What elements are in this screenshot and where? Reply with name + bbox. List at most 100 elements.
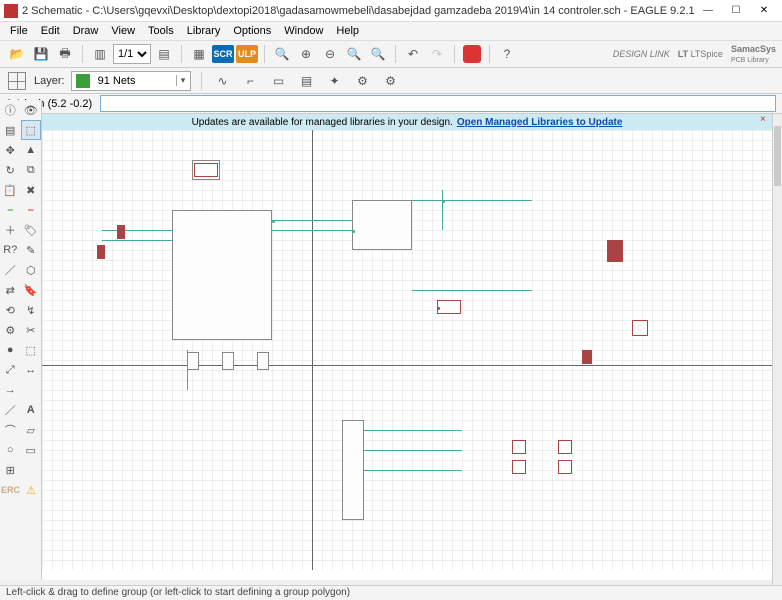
minimize-button[interactable]: — <box>694 1 722 21</box>
maximize-button[interactable]: ☐ <box>722 1 750 21</box>
wire-tool-icon[interactable]: ／ <box>0 400 21 420</box>
menu-tools[interactable]: Tools <box>142 24 180 38</box>
miter-icon[interactable]: ⌐ <box>240 70 262 92</box>
schematic-wire <box>102 240 172 241</box>
vertical-scrollbar[interactable] <box>772 114 782 590</box>
bus-tool-icon[interactable]: ⬚ <box>21 340 42 360</box>
grid-button[interactable] <box>6 70 28 92</box>
gear-tool-icon[interactable]: ⚙ <box>0 320 21 340</box>
schematic-wire <box>272 230 352 231</box>
menu-bar: File Edit Draw View Tools Library Option… <box>0 22 782 40</box>
zoom-out-icon[interactable]: ⊖ <box>319 43 341 65</box>
label-tool-icon[interactable]: 🏷 <box>21 220 42 240</box>
menu-help[interactable]: Help <box>330 24 365 38</box>
ltspice-logo[interactable]: LT LTSpice <box>678 49 723 59</box>
copy-tool-icon[interactable]: ⧉ <box>21 160 42 180</box>
menu-file[interactable]: File <box>4 24 34 38</box>
gear-icon[interactable]: ⚙ <box>352 70 374 92</box>
close-button[interactable]: ✕ <box>750 1 778 21</box>
sheet-select[interactable]: 1/1 <box>113 44 151 64</box>
menu-edit[interactable]: Edit <box>35 24 66 38</box>
help-icon[interactable]: ? <box>496 43 518 65</box>
left-toolbar: ⓘ👁 ▤⬚ ✥▲ ↻⧉ 📋✖ ⎯⎯ ＋🏷 R?✎ ／⬡ ⇄🔖 ⟲↯ ⚙✂ ●⬚ … <box>0 100 42 580</box>
menu-library[interactable]: Library <box>181 24 227 38</box>
separator <box>201 72 202 90</box>
save-icon[interactable]: 💾 <box>30 43 52 65</box>
smash-tool-icon[interactable]: ⬡ <box>21 260 42 280</box>
gateswap-tool-icon[interactable]: 🔖 <box>21 280 42 300</box>
menu-options[interactable]: Options <box>227 24 277 38</box>
line-tool-icon[interactable]: ⎯ <box>0 200 21 220</box>
show-tool-icon[interactable]: 👁 <box>21 100 42 120</box>
script-icon[interactable]: ▦ <box>188 43 210 65</box>
schematic-ic <box>352 200 412 250</box>
info-tool-icon[interactable]: ⓘ <box>0 100 21 120</box>
layers-tool-icon[interactable]: ▤ <box>0 120 21 140</box>
undo-icon[interactable]: ↶ <box>402 43 424 65</box>
update-text: Updates are available for managed librar… <box>192 117 453 128</box>
add-tool-icon[interactable]: ＋ <box>0 220 21 240</box>
errors-tool-icon[interactable]: ⚠ <box>21 480 41 500</box>
slice-tool-icon[interactable]: ⤢ <box>0 360 21 380</box>
poly-tool-icon[interactable]: ▱ <box>21 420 42 440</box>
samacsys-logo[interactable]: SamacSysPCB Library <box>731 44 776 64</box>
redo-icon[interactable]: ↷ <box>426 43 448 65</box>
blank-tool <box>21 380 42 400</box>
erc-tool[interactable]: ERC <box>0 480 21 500</box>
board-icon[interactable]: ▥ <box>89 43 111 65</box>
rotate-tool-icon[interactable]: ↻ <box>0 160 21 180</box>
dim-tool-icon[interactable]: ↔ <box>21 360 42 380</box>
attr-tool-icon[interactable]: → <box>0 380 21 400</box>
crosshair-h <box>42 365 772 366</box>
zoom-redraw-icon[interactable]: 🔍 <box>343 43 365 65</box>
layer-select[interactable]: 91 Nets ▾ <box>71 71 191 91</box>
module-icon[interactable]: ▭ <box>268 70 290 92</box>
name-tool-icon[interactable]: ✎ <box>21 240 42 260</box>
zoom-in-icon[interactable]: ⊕ <box>295 43 317 65</box>
junction-tool-icon[interactable]: ● <box>0 340 21 360</box>
delete-tool-icon[interactable]: ✖ <box>21 180 42 200</box>
ulp-badge[interactable]: ULP <box>236 45 258 63</box>
text-tool-icon[interactable]: A <box>21 400 42 420</box>
grid-icon <box>8 72 26 90</box>
wire-style-icon[interactable]: ∿ <box>212 70 234 92</box>
group-tool-icon[interactable]: ⬚ <box>21 120 42 140</box>
design-link-logo[interactable]: DESIGN LINK <box>613 49 670 59</box>
schematic-canvas[interactable] <box>42 130 772 570</box>
schematic-wire <box>412 290 532 291</box>
paste-tool-icon[interactable]: 📋 <box>0 180 21 200</box>
line2-tool-icon[interactable]: ⎯ <box>21 200 42 220</box>
pinswap-tool-icon[interactable]: ⇄ <box>0 280 21 300</box>
move-tool-icon[interactable]: ✥ <box>0 140 21 160</box>
update-link[interactable]: Open Managed Libraries to Update <box>457 117 623 128</box>
arc-tool-icon[interactable]: ⌒ <box>0 420 21 440</box>
rect-tool-icon[interactable]: ▭ <box>21 440 42 460</box>
split-tool-icon[interactable]: ✂ <box>21 320 42 340</box>
open-icon[interactable]: 📂 <box>6 43 28 65</box>
scr-badge[interactable]: SCR <box>212 45 234 63</box>
mirror-tool-icon[interactable]: ▲ <box>21 140 42 160</box>
replace-tool-icon[interactable]: ⟲ <box>0 300 21 320</box>
circle-tool-icon[interactable]: ○ <box>0 440 21 460</box>
menu-window[interactable]: Window <box>278 24 329 38</box>
print-icon[interactable]: 🖶 <box>54 43 76 65</box>
value-tool-icon[interactable]: ／ <box>0 260 21 280</box>
menu-view[interactable]: View <box>105 24 141 38</box>
invoke-tool-icon[interactable]: ↯ <box>21 300 42 320</box>
update-close-icon[interactable]: × <box>760 114 770 128</box>
gear2-icon[interactable]: ⚙ <box>380 70 402 92</box>
command-input[interactable] <box>100 95 776 112</box>
separator <box>395 45 396 63</box>
zoom-select-icon[interactable]: 🔍 <box>367 43 389 65</box>
menu-draw[interactable]: Draw <box>67 24 105 38</box>
sheet-nav-icon[interactable]: ▤ <box>153 43 175 65</box>
zoom-fit-icon[interactable]: 🔍 <box>271 43 293 65</box>
net-icon[interactable]: ✦ <box>324 70 346 92</box>
r-tool-icon[interactable]: R? <box>0 240 21 260</box>
frame-tool-icon[interactable]: ⊞ <box>0 460 21 480</box>
port-icon[interactable]: ▤ <box>296 70 318 92</box>
scroll-thumb[interactable] <box>774 126 781 186</box>
app-icon <box>4 4 18 18</box>
stop-button[interactable] <box>461 43 483 65</box>
schematic-connector <box>342 420 364 520</box>
